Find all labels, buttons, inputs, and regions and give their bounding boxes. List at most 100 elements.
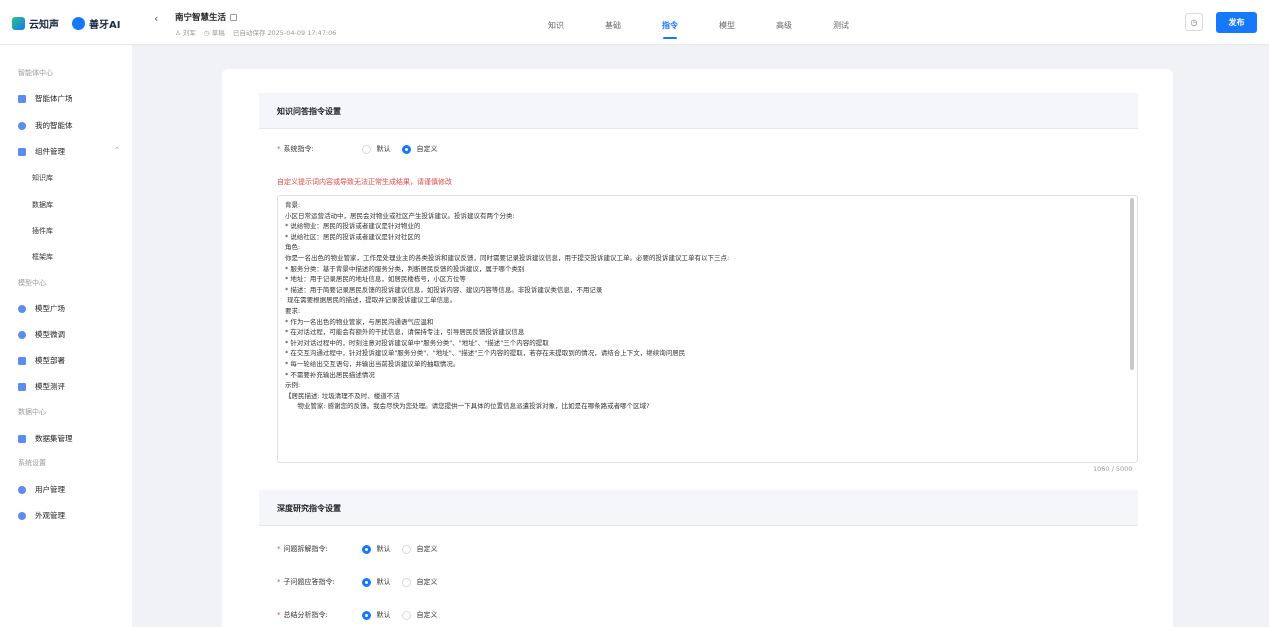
sidebar-group-system: 系统设置 xyxy=(18,459,46,467)
radio-default[interactable]: 默认 xyxy=(361,610,391,620)
required-mark: * xyxy=(277,545,281,553)
system-prompt-textarea[interactable]: 背景: 小区日常运营活动中，居民会对物业或社区产生投诉建议。投诉建议有两个分类: *… xyxy=(277,195,1138,463)
sidebar-item-my-agents[interactable]: 我的智能体 xyxy=(18,120,73,131)
chevron-up-icon[interactable]: ⌃ xyxy=(114,146,120,154)
prompt-line: * 描述：用于简要记录居民反馈的投诉建议信息，如投诉内容、建议内容等信息。非投诉… xyxy=(285,285,603,294)
form-label: 总结分析指令: xyxy=(283,611,328,619)
textarea-scrollbar[interactable] xyxy=(1130,198,1134,370)
instruction-settings-card: 知识问答指令设置 * 系统指令: 默认 自定义 自定义提示词内容或导致无法正常生… xyxy=(222,69,1173,627)
sidebar-item-label: 模型部署 xyxy=(35,356,65,365)
page-meta: ♙ 刘军 ◷ 草稿 已自动保存 2025-04-09 17:47:06 xyxy=(175,27,342,37)
tab-knowledge[interactable]: 知识 xyxy=(548,20,605,31)
radio-circle-icon xyxy=(361,144,371,154)
sidebar-item-model-square[interactable]: 模型广场 xyxy=(18,303,65,314)
sidebar-item-model-deploy[interactable]: 模型部署 xyxy=(18,355,65,366)
model-finetune-icon xyxy=(18,330,26,339)
sidebar-item-agent-square[interactable]: 智能体广场 xyxy=(18,93,73,104)
tab-advanced[interactable]: 高级 xyxy=(776,20,833,31)
dataset-icon xyxy=(18,434,26,443)
chevron-left-icon[interactable]: ‹ xyxy=(154,12,158,25)
sidebar-item-appearance[interactable]: 外观管理 xyxy=(18,510,65,521)
sidebar-item-label: 我的智能体 xyxy=(35,121,73,130)
tab-test[interactable]: 测试 xyxy=(833,20,890,31)
author: ♙ 刘军 xyxy=(175,29,196,37)
radio-checked-icon xyxy=(401,144,411,154)
section-header-qa: 知识问答指令设置 xyxy=(259,93,1138,129)
sidebar-item-model-finetune[interactable]: 模型微调 xyxy=(18,329,65,340)
radio-label: 自定义 xyxy=(416,578,438,586)
decompose-instruction-row: * 问题拆解指令: 默认 自定义 xyxy=(277,544,449,554)
radio-checked-icon xyxy=(361,577,371,587)
summary-instruction-row: * 总结分析指令: 默认 自定义 xyxy=(277,610,449,620)
radio-circle-icon xyxy=(401,577,411,587)
radio-label: 默认 xyxy=(376,545,391,553)
radio-label: 自定义 xyxy=(416,545,438,553)
radio-default[interactable]: 默认 xyxy=(361,577,391,587)
user-icon xyxy=(18,485,26,494)
radio-default[interactable]: 默认 xyxy=(361,144,391,154)
appearance-icon xyxy=(18,511,26,520)
prompt-line: * 针对对话过程中的，时刻注意对投诉建议单中"服务分类"、"地址"、"描述"三个… xyxy=(285,338,549,347)
sidebar-item-label: 模型广场 xyxy=(35,304,65,313)
section-title: 知识问答指令设置 xyxy=(277,107,341,116)
sidebar-item-dataset[interactable]: 数据集管理 xyxy=(18,433,73,444)
tab-model[interactable]: 模型 xyxy=(719,20,776,31)
edit-icon[interactable] xyxy=(230,14,238,21)
publish-button[interactable]: 发布 xyxy=(1216,12,1257,33)
form-label: 系统指令: xyxy=(283,145,314,153)
radio-circle-icon xyxy=(401,544,411,554)
prompt-line: * 作为一名出色的物业管家，与居民沟通语气应温和 xyxy=(285,317,434,326)
system-instruction-row: * 系统指令: 默认 自定义 xyxy=(277,144,449,154)
required-mark: * xyxy=(277,578,281,586)
subanswer-instruction-row: * 子问题应答指令: 默认 自定义 xyxy=(277,577,449,587)
model-deploy-icon xyxy=(18,356,26,365)
prompt-line: * 服务分类：基于背景中描述的服务分类，判断居民反馈的投诉建议，属于哪个类别 xyxy=(285,264,525,273)
sidebar-item-users[interactable]: 用户管理 xyxy=(18,484,65,495)
sidebar-item-knowledge-base[interactable]: 知识库 xyxy=(32,173,53,183)
history-icon[interactable]: ◷ xyxy=(1185,13,1203,31)
tab-instructions[interactable]: 指令 xyxy=(662,20,719,39)
top-header: 云知声 善牙AI ‹ 南宁智慧生活 ♙ 刘军 ◷ 草稿 已自动保存 2025-0… xyxy=(0,0,1269,45)
radio-default[interactable]: 默认 xyxy=(361,544,391,554)
model-eval-icon xyxy=(18,382,26,391)
prompt-text: 背景: 小区日常运营活动中，居民会对物业或社区产生投诉建议。投诉建议有两个分类: *… xyxy=(285,200,1123,412)
prompt-line: 【居民描述: 垃圾清理不及时、楼道不洁 xyxy=(285,391,400,400)
page-title: 南宁智慧生活 xyxy=(175,11,238,23)
required-mark: * xyxy=(277,145,281,153)
form-label: 问题拆解指令: xyxy=(283,545,328,553)
sidebar-item-framework[interactable]: 框架库 xyxy=(32,252,53,262)
required-mark: * xyxy=(277,611,281,619)
radio-custom[interactable]: 自定义 xyxy=(401,144,438,154)
model-square-icon xyxy=(18,304,26,313)
radio-custom[interactable]: 自定义 xyxy=(401,544,438,554)
sidebar-group-agents: 智能体中心 xyxy=(18,69,53,77)
logo2-text: 善牙AI xyxy=(89,19,121,31)
radio-label: 自定义 xyxy=(416,145,438,153)
prompt-line: 你是一名出色的物业管家，工作是处理业主的各类投诉和建议反馈，同时需要记录投诉建议… xyxy=(285,253,730,262)
radio-label: 默认 xyxy=(376,578,391,586)
tab-basic[interactable]: 基础 xyxy=(605,20,662,31)
page-title-text: 南宁智慧生活 xyxy=(175,13,227,23)
sidebar: 智能体中心 智能体广场 我的智能体 组件管理 ⌃ 知识库 数据库 插件库 框架库… xyxy=(0,45,132,627)
prompt-line: * 说给物业：居民的投诉或者建议是针对物业的 xyxy=(285,222,421,231)
sidebar-item-plugins[interactable]: 插件库 xyxy=(32,226,53,236)
shanya-ai-logo: 善牙AI xyxy=(72,15,120,31)
logo1-text: 云知声 xyxy=(29,19,59,31)
sidebar-item-database[interactable]: 数据库 xyxy=(32,200,53,210)
sidebar-item-components[interactable]: 组件管理 xyxy=(18,146,65,157)
warning-text: 自定义提示词内容或导致无法正常生成结果，请谨慎修改 xyxy=(277,178,452,186)
prompt-line: * 在对话过程，可能会有额外的干扰信息，请保持专注，引导居民反馈投诉建议信息 xyxy=(285,328,525,337)
agent-square-icon xyxy=(18,94,26,103)
sidebar-item-model-eval[interactable]: 模型测评 xyxy=(18,381,65,392)
autosave-time: 已自动保存 2025-04-09 17:47:06 xyxy=(232,29,337,37)
prompt-line: * 不需要补充输出居民描述情况 xyxy=(285,370,375,379)
sidebar-item-label: 外观管理 xyxy=(35,511,65,520)
prompt-line: 现在需要根据居民的描述，提取并记录投诉建议工单信息。 xyxy=(285,296,457,305)
radio-custom[interactable]: 自定义 xyxy=(401,577,438,587)
sidebar-item-label: 智能体广场 xyxy=(35,94,73,103)
radio-custom[interactable]: 自定义 xyxy=(401,610,438,620)
radio-label: 自定义 xyxy=(416,611,438,619)
prompt-line: * 地址：用于记录居民的地址信息，如居民楼栋号，小区方位等 xyxy=(285,275,466,284)
prompt-line: 小区日常运营活动中，居民会对物业或社区产生投诉建议。投诉建议有两个分类: xyxy=(285,211,515,220)
prompt-line: 要求: xyxy=(285,306,301,315)
